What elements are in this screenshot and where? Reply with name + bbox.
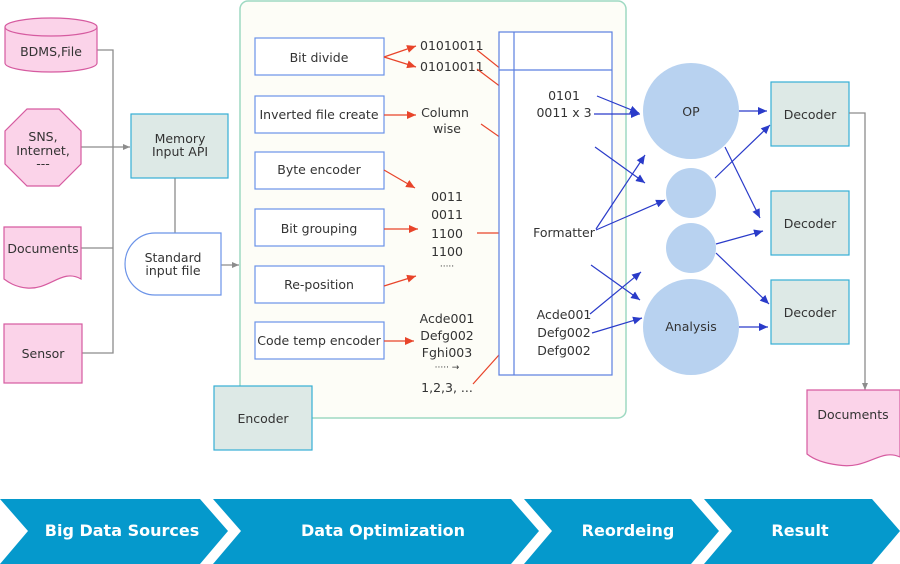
grouped-bits-text: 1100: [431, 226, 463, 241]
code-index-text: 1,2,3, ...: [421, 380, 473, 395]
banner-label: Reordeing: [582, 521, 675, 540]
step-code-temp-encoder[interactable]: Code temp encoder: [254, 321, 385, 360]
bit-divide-output: 01010011: [420, 59, 484, 74]
source-bdms-file[interactable]: BDMS,File: [4, 17, 98, 73]
analysis-node[interactable]: Analysis: [643, 279, 739, 375]
table-code: Acde001: [537, 307, 592, 322]
encoder-box[interactable]: Encoder: [213, 385, 313, 451]
source-label: BDMS,File: [20, 44, 82, 59]
reorder-node-small-1[interactable]: [666, 168, 716, 218]
document-shape: [806, 389, 900, 467]
reorder-nodes: OP Analysis: [643, 63, 739, 375]
step-label: Bit grouping: [281, 221, 358, 236]
step-label: Code temp encoder: [257, 333, 381, 348]
banner-label: Data Optimization: [301, 521, 465, 540]
decoder-output-connector: [849, 112, 868, 390]
encoder-label: Encoder: [237, 411, 289, 426]
code-text: Acde001: [420, 311, 475, 326]
step-re-position[interactable]: Re-position: [254, 265, 385, 304]
code-text: Defg002: [420, 328, 474, 343]
table-code: Defg002: [537, 325, 591, 340]
source-sns-internet[interactable]: SNS, Internet, ---: [4, 108, 82, 187]
decoder-2[interactable]: Decoder: [770, 190, 850, 256]
table-bits: 0101: [548, 88, 580, 103]
step-label: Inverted file create: [259, 107, 378, 122]
grouped-bits-ellipsis: ·····: [440, 262, 454, 272]
op-label: OP: [682, 104, 700, 119]
reorder-node-small-2[interactable]: [666, 223, 716, 273]
diagram-canvas: BDMS,File SNS, Internet, --- Documents S…: [0, 0, 900, 564]
decoder-label: Decoder: [784, 216, 837, 231]
column-wise-text: wise: [433, 121, 461, 136]
decoder-3[interactable]: Decoder: [770, 279, 850, 345]
decoder-label: Decoder: [784, 305, 837, 320]
step-label: Byte encoder: [277, 162, 361, 177]
step-inverted-file-create[interactable]: Inverted file create: [254, 95, 385, 134]
source-connectors: [81, 49, 239, 354]
banner-label: Big Data Sources: [45, 521, 199, 540]
step-bit-grouping[interactable]: Bit grouping: [254, 208, 385, 247]
decoder-label: Decoder: [784, 107, 837, 122]
output-documents-label: Documents: [817, 407, 888, 422]
process-banner: Big Data Sources Data Optimization Reord…: [0, 499, 900, 564]
code-text: Fghi003: [422, 345, 472, 360]
table-code: Defg002: [537, 343, 591, 358]
bit-divide-output: 01010011: [420, 38, 484, 53]
grouped-bits-text: 0011: [431, 207, 463, 222]
column-wise-text: Column: [421, 105, 469, 120]
formatter-label: Formatter: [533, 225, 596, 240]
reorder-table: 0101 0011 x 3 Formatter Acde001 Defg002 …: [498, 31, 613, 376]
table-bits: 0011 x 3: [536, 105, 591, 120]
document-shape: [3, 226, 82, 289]
box-label-line: input file: [145, 263, 200, 278]
grouped-bits-text: 1100: [431, 244, 463, 259]
box-label-line: Input API: [152, 144, 208, 159]
source-label-line: ---: [36, 156, 50, 171]
source-documents[interactable]: Documents: [3, 226, 82, 289]
source-label: Sensor: [22, 346, 66, 361]
cylinder-top: [4, 17, 98, 37]
op-node[interactable]: OP: [643, 63, 739, 159]
source-label: Documents: [7, 241, 78, 256]
analysis-label: Analysis: [665, 319, 717, 334]
grouped-bits-text: 0011: [431, 189, 463, 204]
step-label: Bit divide: [290, 50, 349, 65]
source-sensor[interactable]: Sensor: [3, 323, 83, 384]
step-label: Re-position: [284, 277, 354, 292]
step-bit-divide[interactable]: Bit divide: [254, 37, 385, 76]
code-ellipsis: ····· →: [435, 363, 460, 373]
output-documents[interactable]: Documents: [806, 389, 900, 467]
source-label-line: SNS,: [28, 129, 57, 144]
decoder-1[interactable]: Decoder: [770, 81, 850, 147]
step-byte-encoder[interactable]: Byte encoder: [254, 151, 385, 190]
banner-label: Result: [771, 521, 829, 540]
standard-input-file-box[interactable]: Standard input file: [124, 232, 222, 296]
memory-input-api-box[interactable]: Memory Input API: [130, 113, 229, 179]
